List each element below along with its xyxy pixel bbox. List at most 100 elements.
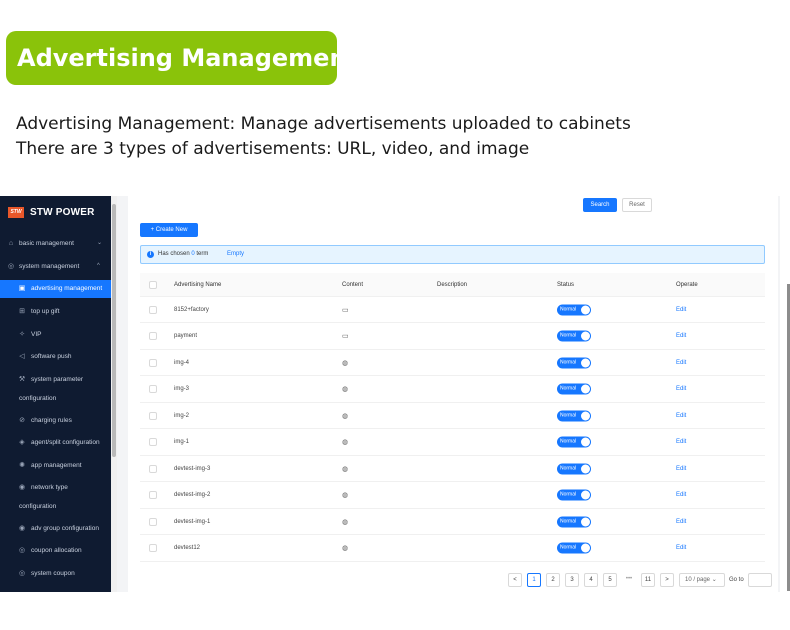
row-checkbox[interactable] bbox=[149, 491, 157, 499]
image-content-icon: ◍ bbox=[342, 518, 349, 526]
edit-link[interactable]: Edit bbox=[676, 386, 686, 392]
row-checkbox[interactable] bbox=[149, 332, 157, 340]
table-row: img-2 ◍ Normal Edit bbox=[140, 403, 765, 429]
page-5-button[interactable]: 5 bbox=[603, 573, 617, 587]
status-label: Normal bbox=[560, 438, 577, 445]
status-toggle[interactable]: Normal bbox=[557, 330, 591, 342]
edit-link[interactable]: Edit bbox=[676, 333, 686, 339]
empty-selection-link[interactable]: Empty bbox=[227, 251, 244, 257]
prev-page-button[interactable]: < bbox=[508, 573, 522, 587]
selection-count: 0 bbox=[191, 251, 195, 257]
goto-label: Go to bbox=[729, 577, 744, 583]
image-content-icon: ◍ bbox=[342, 465, 349, 473]
toggle-knob bbox=[581, 543, 590, 553]
row-checkbox[interactable] bbox=[149, 464, 157, 473]
sidebar-item-label: VIP bbox=[31, 331, 42, 338]
sidebar-item-software-push[interactable]: ◁ software push bbox=[0, 353, 111, 365]
toggle-knob bbox=[581, 490, 590, 500]
row-checkbox[interactable] bbox=[149, 438, 157, 446]
sidebar-item-advertising-management[interactable]: ▣ advertising management bbox=[0, 280, 111, 298]
table-row: devtest-img-3 ◍ Normal Edit bbox=[140, 456, 765, 482]
send-icon: ◁ bbox=[19, 353, 25, 360]
edit-link[interactable]: Edit bbox=[676, 360, 686, 366]
sidebar-item-system-coupon[interactable]: ◎ system coupon bbox=[0, 570, 111, 582]
create-new-button[interactable]: + Create New bbox=[140, 223, 198, 237]
row-checkbox[interactable] bbox=[149, 358, 157, 367]
sidebar-item-app-management[interactable]: ✺ app management bbox=[0, 462, 111, 474]
status-toggle[interactable]: Normal bbox=[557, 357, 591, 368]
selection-prefix: Has chosen bbox=[158, 251, 190, 257]
description-line-1: Advertising Management: Manage advertise… bbox=[16, 114, 631, 134]
search-button[interactable]: Search bbox=[583, 198, 617, 212]
status-label: Normal bbox=[560, 544, 577, 551]
status-toggle[interactable]: Normal bbox=[557, 542, 591, 554]
sidebar-group-basic-management[interactable]: ⌂ basic management ⌄ bbox=[0, 238, 111, 250]
page-4-button[interactable]: 4 bbox=[584, 573, 598, 587]
table-row: devtest12 ◍ Normal Edit bbox=[140, 536, 765, 562]
table-row: img-3 ◍ Normal Edit bbox=[140, 377, 765, 403]
selection-suffix: term bbox=[196, 251, 209, 257]
status-toggle[interactable]: Normal bbox=[557, 516, 591, 527]
status-toggle[interactable]: Normal bbox=[557, 489, 591, 501]
main-content: Search Reset + Create New i Has chosen 0… bbox=[117, 196, 790, 592]
brand[interactable]: STW STW POWER bbox=[8, 204, 95, 220]
status-label: Normal bbox=[560, 518, 577, 524]
row-checkbox[interactable] bbox=[149, 544, 157, 552]
status-toggle[interactable]: Normal bbox=[557, 410, 591, 421]
row-checkbox[interactable] bbox=[149, 305, 157, 314]
next-page-button[interactable]: > bbox=[660, 573, 674, 587]
sidebar-item-label: system parameter bbox=[31, 376, 84, 383]
toggle-knob bbox=[581, 437, 590, 447]
group-icon: ◉ bbox=[18, 525, 26, 532]
row-checkbox[interactable] bbox=[149, 385, 157, 393]
sidebar-item-charging-rules[interactable]: ⊘ charging rules bbox=[0, 417, 111, 429]
row-checkbox[interactable] bbox=[149, 411, 157, 420]
column-header-content: Content bbox=[342, 281, 364, 288]
image-content-icon: ◍ bbox=[342, 412, 349, 420]
edit-link[interactable]: Edit bbox=[676, 307, 686, 313]
video-icon: ▭ bbox=[342, 333, 349, 340]
pagination-ellipsis[interactable]: ••• bbox=[622, 573, 636, 587]
status-toggle[interactable]: Normal bbox=[557, 436, 591, 448]
sidebar-item-label: app management bbox=[31, 462, 82, 469]
edit-link[interactable]: Edit bbox=[676, 519, 686, 525]
row-checkbox[interactable] bbox=[149, 517, 157, 526]
select-all-checkbox[interactable] bbox=[149, 280, 157, 289]
sidebar-scrollbar-thumb[interactable] bbox=[112, 204, 116, 457]
sidebar-item-vip[interactable]: ✧ VIP bbox=[0, 331, 111, 343]
page-11-button[interactable]: 11 bbox=[641, 573, 655, 587]
page-1-button[interactable]: 1 bbox=[527, 573, 541, 587]
wrench-icon: ⚒ bbox=[18, 376, 26, 383]
page-size-select[interactable]: 10 / page ⌄ bbox=[679, 573, 725, 587]
status-label: Normal bbox=[560, 359, 577, 365]
page-2-button[interactable]: 2 bbox=[546, 573, 560, 587]
goto-page-input[interactable] bbox=[748, 573, 772, 587]
edit-link[interactable]: Edit bbox=[676, 492, 686, 498]
sidebar-item-label: advertising management bbox=[31, 285, 103, 292]
edit-link[interactable]: Edit bbox=[676, 439, 686, 445]
status-toggle[interactable]: Normal bbox=[557, 383, 591, 395]
sidebar-item-label: adv group configuration bbox=[31, 525, 99, 532]
vip-icon: ✧ bbox=[19, 331, 25, 338]
edit-link[interactable]: Edit bbox=[676, 413, 686, 419]
sidebar-item-network-type-configuration[interactable]: ◉ network type configuration bbox=[0, 484, 111, 510]
charge-icon: ⊘ bbox=[19, 417, 25, 424]
status-toggle[interactable]: Normal bbox=[557, 463, 591, 474]
sidebar-item-coupon-allocation[interactable]: ◎ coupon allocation bbox=[0, 547, 111, 559]
page-3-button[interactable]: 3 bbox=[565, 573, 579, 587]
table-row: payment ▭ Normal Edit bbox=[140, 324, 765, 350]
sidebar-item-top-up-gift[interactable]: ⊞ top up gift bbox=[0, 308, 111, 320]
sidebar-item-agent-split-configuration[interactable]: ◈ agent/split configuration bbox=[0, 439, 111, 451]
sidebar-group-system-management[interactable]: ◎ system management ^ bbox=[0, 261, 111, 273]
sidebar-item-label: charging rules bbox=[31, 417, 72, 424]
edit-link[interactable]: Edit bbox=[676, 545, 686, 551]
toggle-knob bbox=[581, 384, 590, 394]
reset-button[interactable]: Reset bbox=[622, 198, 652, 212]
video-icon: ▭ bbox=[342, 306, 349, 314]
sidebar-item-adv-group-configuration[interactable]: ◉ adv group configuration bbox=[0, 525, 111, 537]
table-header: Advertising Name Content Description Sta… bbox=[140, 273, 765, 297]
sidebar-item-system-parameter-configuration[interactable]: ⚒ system parameter configuration bbox=[0, 376, 111, 402]
status-toggle[interactable]: Normal bbox=[557, 304, 591, 315]
settings-icon: ◎ bbox=[7, 263, 15, 270]
edit-link[interactable]: Edit bbox=[676, 466, 686, 472]
